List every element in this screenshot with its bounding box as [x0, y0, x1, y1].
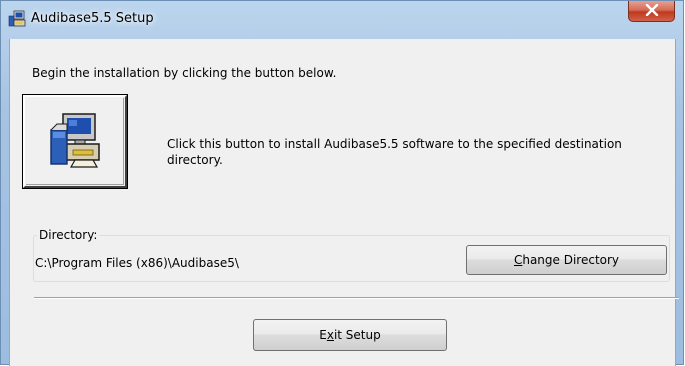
exit-setup-button[interactable]: Ex it Setup — [253, 319, 447, 351]
install-description: Click this button to install Audibase5.5… — [167, 137, 622, 167]
exit-setup-label-start: E — [319, 328, 327, 342]
change-directory-button[interactable]: Change Directory — [466, 245, 667, 275]
close-button[interactable] — [628, 1, 675, 22]
directory-label: Directory: — [37, 228, 100, 242]
install-button[interactable] — [22, 94, 128, 189]
change-directory-mnemonic: C — [513, 253, 523, 267]
directory-path: C:\Program Files (x86)\Audibase5\ — [35, 256, 239, 270]
close-icon — [645, 3, 659, 19]
exit-setup-label-end: it Setup — [333, 328, 381, 342]
dialog-client-area: Begin the installation by clicking the b… — [9, 39, 679, 366]
exit-setup-mnemonic: x — [326, 328, 334, 342]
window-title: Audibase5.5 Setup — [31, 11, 154, 26]
setup-window: Audibase5.5 Setup Begin the installation… — [0, 0, 684, 366]
separator-line — [34, 297, 679, 299]
title-bar[interactable]: Audibase5.5 Setup — [1, 1, 683, 39]
instruction-text: Begin the installation by clicking the b… — [32, 66, 337, 80]
change-directory-label: hange Directory — [522, 253, 620, 267]
setup-app-icon — [8, 10, 26, 28]
install-button-face — [26, 98, 124, 185]
computer-setup-icon — [45, 110, 105, 173]
